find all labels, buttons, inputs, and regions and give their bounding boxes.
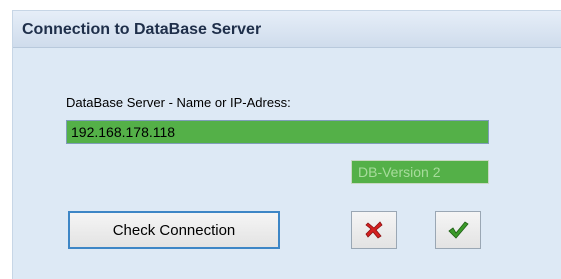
dialog-title: Connection to DataBase Server — [22, 21, 262, 38]
check-connection-button[interactable]: Check Connection — [68, 211, 280, 249]
ok-button[interactable] — [435, 211, 481, 249]
cancel-button[interactable] — [351, 211, 397, 249]
green-checkmark-icon — [448, 221, 469, 239]
dialog-titlebar: Connection to DataBase Server — [13, 11, 561, 48]
db-version-field: DB-Version 2 — [351, 160, 489, 184]
red-x-cross-icon — [365, 221, 383, 239]
server-address-input[interactable] — [66, 120, 489, 144]
server-label: DataBase Server - Name or IP-Adress: — [66, 95, 291, 110]
